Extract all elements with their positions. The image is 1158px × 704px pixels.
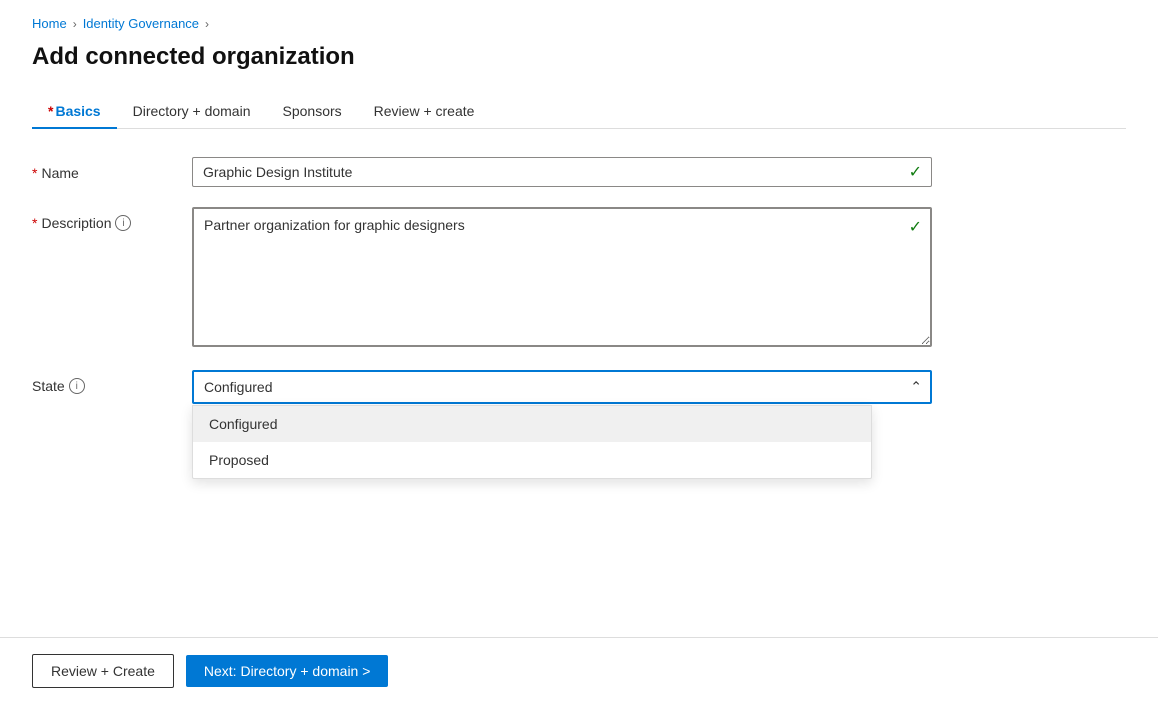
description-label: * Description i — [32, 207, 172, 231]
review-create-button[interactable]: Review + Create — [32, 654, 174, 688]
form-section: * Name ✓ * Description i Partner organiz… — [32, 157, 932, 404]
breadcrumb-sep-2: › — [205, 17, 209, 31]
breadcrumb-identity-governance[interactable]: Identity Governance — [83, 16, 199, 31]
tab-basics-star: * — [48, 103, 53, 119]
state-info-icon[interactable]: i — [69, 378, 85, 394]
tab-directory-domain[interactable]: Directory + domain — [117, 95, 267, 129]
tab-basics[interactable]: *Basics — [32, 95, 117, 129]
page-title: Add connected organization — [32, 43, 1126, 71]
description-row: * Description i Partner organization for… — [32, 207, 932, 350]
footer: Review + Create Next: Directory + domain… — [0, 638, 1158, 704]
breadcrumb-home[interactable]: Home — [32, 16, 67, 31]
description-textarea[interactable]: Partner organization for graphic designe… — [192, 207, 932, 347]
breadcrumb: Home › Identity Governance › — [32, 16, 1126, 31]
state-field-wrapper: Configured ⌃ Configured Proposed — [192, 370, 932, 404]
name-label: * Name — [32, 157, 172, 181]
name-field-wrapper: ✓ — [192, 157, 932, 187]
name-row: * Name ✓ — [32, 157, 932, 187]
tab-review-create[interactable]: Review + create — [358, 95, 491, 129]
state-option-proposed[interactable]: Proposed — [193, 442, 871, 478]
description-required-star: * — [32, 215, 37, 231]
name-required-star: * — [32, 165, 37, 181]
state-row: State i Configured ⌃ Configured Proposed — [32, 370, 932, 404]
name-check-icon: ✓ — [909, 162, 922, 182]
state-label: State i — [32, 370, 172, 394]
name-input[interactable] — [192, 157, 932, 187]
next-directory-domain-button[interactable]: Next: Directory + domain > — [186, 655, 389, 687]
description-info-icon[interactable]: i — [115, 215, 131, 231]
state-dropdown-panel: Configured Proposed — [192, 405, 872, 479]
state-option-configured[interactable]: Configured — [193, 406, 871, 442]
description-check-icon: ✓ — [909, 217, 922, 237]
tabs-container: *Basics Directory + domain Sponsors Revi… — [32, 95, 1126, 129]
description-field-wrapper: Partner organization for graphic designe… — [192, 207, 932, 350]
tab-sponsors[interactable]: Sponsors — [267, 95, 358, 129]
state-dropdown[interactable]: Configured — [192, 370, 932, 404]
breadcrumb-sep-1: › — [73, 17, 77, 31]
